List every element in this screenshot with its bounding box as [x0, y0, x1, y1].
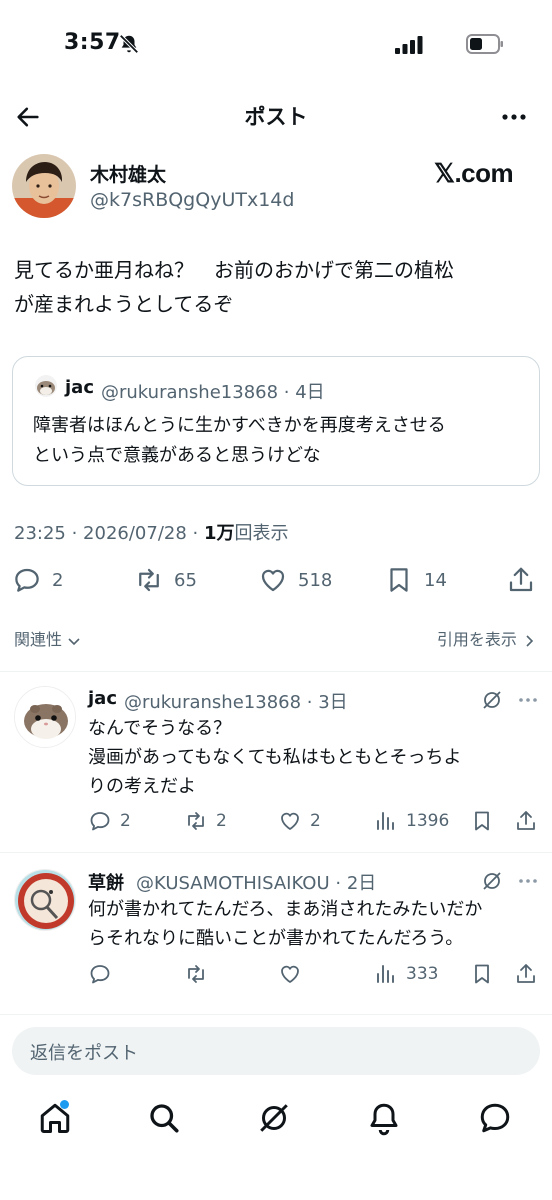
bookmark-icon	[475, 811, 489, 831]
post-text: 見てるか亜月ねね？ お前のおかげで第二の植松 が産まれようとしてるぞ	[14, 258, 454, 316]
reply-share-button[interactable]	[514, 961, 538, 987]
reply-repost-button[interactable]: 2	[184, 808, 227, 834]
repost-icon	[188, 812, 204, 830]
share-button[interactable]	[506, 562, 536, 598]
messages-icon	[480, 1103, 510, 1133]
heart-icon	[281, 812, 299, 830]
reply-author-handle[interactable]: @KUSAMOTHISAIKOU · 2日	[136, 869, 376, 895]
share-icon	[517, 964, 535, 983]
engagement-bar: 2 65 518 14	[0, 562, 552, 598]
reply-share-button[interactable]	[514, 808, 538, 834]
reply-icon	[15, 568, 39, 592]
reply-like-button[interactable]: 2	[278, 808, 321, 834]
reply-icon	[90, 812, 110, 831]
notifications-icon	[370, 1103, 398, 1136]
top-nav: ポスト	[0, 95, 552, 139]
view-count: 1万	[203, 523, 235, 544]
reply-reply-button[interactable]	[88, 961, 120, 987]
chevron-right-icon	[526, 634, 534, 647]
bookmark-icon	[390, 568, 408, 592]
status-bar: 3:57	[0, 0, 552, 90]
reply-item[interactable]: 草餅 @KUSAMOTHISAIKOU · 2日 何が書かれてたんだろ、まあ消さ…	[0, 853, 552, 1013]
reply-author-avatar[interactable]	[14, 686, 76, 748]
reply-views-button[interactable]: 1396	[374, 808, 449, 834]
chevron-down-icon	[68, 637, 80, 645]
reply-bookmark-button[interactable]	[470, 808, 494, 834]
reply-text: 何が書かれてたんだろ、まあ消されたみたいだか らそれなりに酷いことが書かれてたん…	[88, 899, 483, 949]
repost-icon	[188, 965, 204, 983]
composer-placeholder: 返信をポスト	[30, 1043, 138, 1064]
reply-reply-button[interactable]: 2	[88, 808, 131, 834]
bookmark-button[interactable]: 14	[384, 562, 447, 598]
share-icon	[509, 567, 533, 592]
quoted-author-handle: @rukuranshe13868 · 4日	[101, 382, 325, 403]
cellular-signal-icon	[395, 36, 423, 54]
quoted-author-name: jac	[65, 377, 94, 398]
sort-relevance-dropdown[interactable]: 関連性	[14, 626, 81, 650]
analytics-icon	[377, 965, 394, 983]
author-handle[interactable]: @k7sRBQgQyUTx14d	[90, 189, 294, 211]
repost-icon	[139, 568, 159, 592]
reply-author-name[interactable]: 草餅	[88, 869, 124, 895]
grok-icon[interactable]	[480, 688, 504, 712]
reply-composer-input[interactable]: 返信をポスト	[12, 1027, 540, 1075]
tab-messages[interactable]	[477, 1100, 513, 1136]
quoted-post-text: 障害者はほんとうに生かすべきかを再度考えさせる という点で意義があると思うけどな	[33, 415, 446, 466]
view-quotes-link[interactable]: 引用を表示	[437, 626, 536, 650]
share-icon	[517, 811, 535, 830]
heart-icon	[261, 569, 285, 592]
grok-icon	[260, 1104, 288, 1132]
more-options-icon[interactable]	[516, 688, 540, 712]
like-button[interactable]: 518	[258, 562, 332, 598]
quoted-author-avatar	[35, 375, 57, 397]
bookmark-icon	[475, 964, 489, 984]
status-time: 3:57	[64, 30, 121, 55]
reply-item[interactable]: jac @rukuranshe13868 · 3日 なんでそうなる？ 漫画があっ…	[0, 672, 552, 852]
bell-off-icon	[119, 34, 139, 54]
reply-bookmark-button[interactable]	[470, 961, 494, 987]
reply-icon	[90, 965, 110, 984]
unread-indicator	[60, 1100, 69, 1109]
reply-text: なんでそうなる？ 漫画があってもなくても私はもともとそっちよ りの考えだよ	[88, 718, 462, 797]
reply-author-name[interactable]: jac	[88, 688, 117, 709]
post-timestamp: 23:25 · 2026/07/28 · 1万回表示	[14, 523, 289, 544]
analytics-icon	[377, 812, 394, 830]
grok-icon[interactable]	[480, 869, 504, 893]
repost-button[interactable]: 65	[134, 562, 197, 598]
more-options-icon[interactable]	[516, 869, 540, 893]
search-icon	[150, 1104, 179, 1133]
heart-icon	[281, 965, 299, 983]
quoted-post[interactable]: jac @rukuranshe13868 · 4日 障害者はほんとうに生かすべき…	[12, 356, 540, 486]
reply-button[interactable]: 2	[12, 562, 63, 598]
page-title: ポスト	[244, 105, 308, 129]
tab-grok[interactable]	[256, 1100, 292, 1136]
x-com-badge: 𝕏.com	[434, 158, 514, 188]
author-avatar[interactable]	[12, 154, 76, 218]
tab-search[interactable]	[146, 1100, 182, 1136]
reply-repost-button[interactable]	[184, 961, 216, 987]
divider	[0, 1014, 552, 1015]
tab-notifications[interactable]	[366, 1100, 402, 1136]
author-name[interactable]: 木村雄太	[90, 160, 166, 187]
reply-like-button[interactable]	[278, 961, 310, 987]
battery-icon	[466, 34, 503, 54]
reply-author-avatar[interactable]	[14, 869, 76, 931]
reply-author-handle[interactable]: @rukuranshe13868 · 3日	[124, 688, 348, 714]
more-options-icon[interactable]	[500, 105, 528, 129]
reply-views-button[interactable]: 333	[374, 961, 438, 987]
